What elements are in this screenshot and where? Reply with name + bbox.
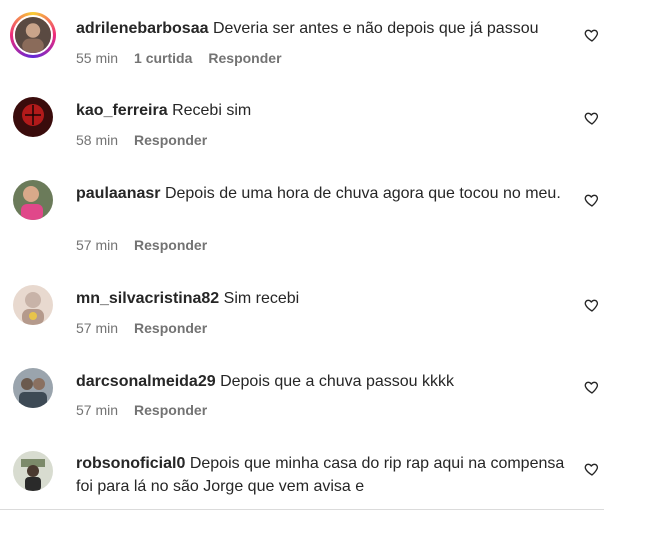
heart-icon[interactable] xyxy=(584,192,600,208)
divider xyxy=(0,509,604,510)
avatar[interactable] xyxy=(13,285,53,325)
comment-time[interactable]: 58 min xyxy=(76,132,118,148)
comment-text: kao_ferreira Recebi sim xyxy=(76,99,576,122)
reply-button[interactable]: Responder xyxy=(134,402,207,418)
comment-body: Deveria ser antes e não depois que já pa… xyxy=(212,20,539,37)
reply-button[interactable]: Responder xyxy=(134,320,207,336)
username-link[interactable]: mn_silvacristina82 xyxy=(76,290,219,307)
heart-icon[interactable] xyxy=(584,27,600,43)
username-link[interactable]: kao_ferreira xyxy=(76,102,168,119)
comment-text: adrilenebarbosaa Deveria ser antes e não… xyxy=(76,17,576,40)
avatar[interactable] xyxy=(13,180,53,220)
heart-icon[interactable] xyxy=(584,110,600,126)
username-link[interactable]: darcsonalmeida29 xyxy=(76,373,216,390)
reply-button[interactable]: Responder xyxy=(208,50,281,66)
comment-text: paulaanasr Depois de uma hora de chuva a… xyxy=(76,182,576,205)
comment-meta: 57 min Responder xyxy=(76,320,207,336)
comment-body: Recebi sim xyxy=(172,102,252,119)
comment-body: Depois de uma hora de chuva agora que to… xyxy=(164,185,561,202)
comment-meta: 55 min 1 curtida Responder xyxy=(76,50,282,66)
comment-time[interactable]: 55 min xyxy=(76,50,118,66)
username-link[interactable]: paulaanasr xyxy=(76,185,160,202)
comment-text: darcsonalmeida29 Depois que a chuva pass… xyxy=(76,370,576,393)
heart-icon[interactable] xyxy=(584,461,600,477)
comment-meta: 58 min Responder xyxy=(76,132,207,148)
comment-text: mn_silvacristina82 Sim recebi xyxy=(76,287,576,310)
heart-icon[interactable] xyxy=(584,297,600,313)
avatar[interactable] xyxy=(13,97,53,137)
reply-button[interactable]: Responder xyxy=(134,132,207,148)
avatar[interactable] xyxy=(13,451,53,491)
comment-time[interactable]: 57 min xyxy=(76,402,118,418)
comment-body: Depois que a chuva passou kkkk xyxy=(220,373,454,390)
comment-meta: 57 min Responder xyxy=(76,402,207,418)
comment-time[interactable]: 57 min xyxy=(76,320,118,336)
reply-button[interactable]: Responder xyxy=(134,237,207,253)
likes-count[interactable]: 1 curtida xyxy=(134,50,192,66)
username-link[interactable]: robsonoficial0 xyxy=(76,455,185,472)
comment-body: Sim recebi xyxy=(223,290,300,307)
comment-text: robsonoficial0 Depois que minha casa do … xyxy=(76,452,576,498)
comment-meta: 57 min Responder xyxy=(76,237,207,253)
heart-icon[interactable] xyxy=(584,379,600,395)
avatar[interactable] xyxy=(10,12,56,58)
avatar[interactable] xyxy=(13,368,53,408)
username-link[interactable]: adrilenebarbosaa xyxy=(76,20,209,37)
comment-time[interactable]: 57 min xyxy=(76,237,118,253)
